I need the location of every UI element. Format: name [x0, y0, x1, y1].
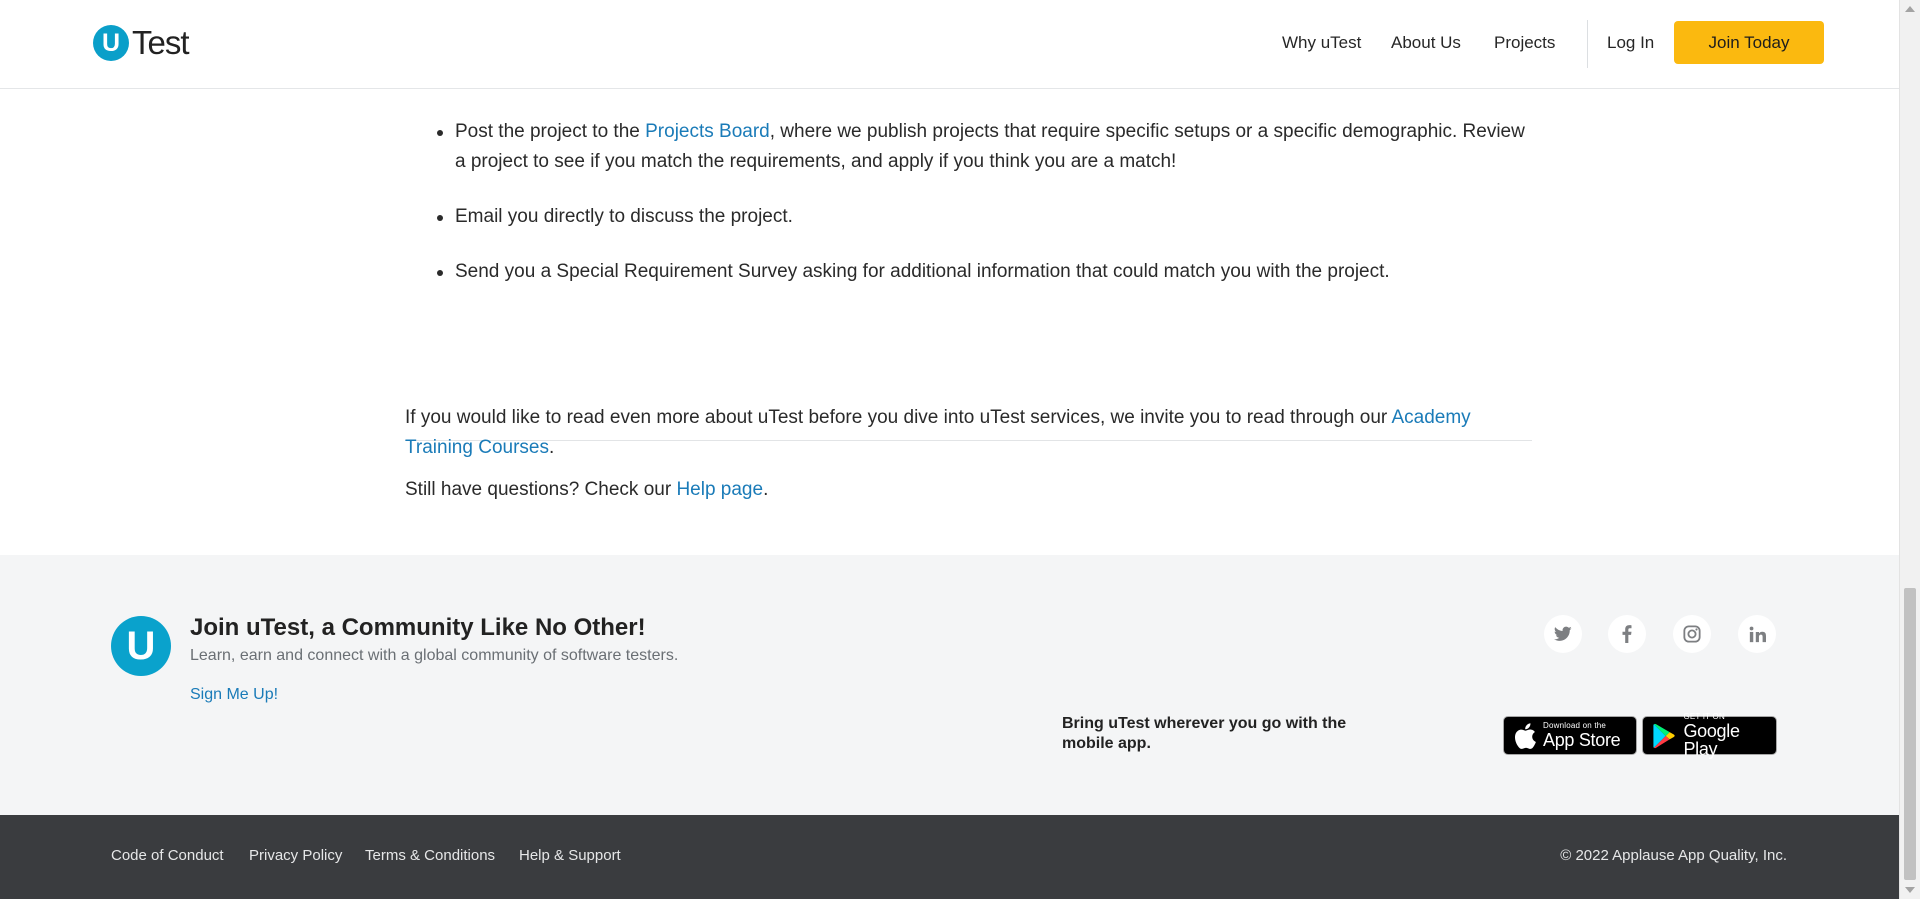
twitter-icon[interactable]	[1544, 615, 1582, 653]
terms-conditions-link[interactable]: Terms & Conditions	[365, 847, 495, 864]
page-scrollbar[interactable]	[1899, 0, 1920, 899]
scrollbar-thumb[interactable]	[1904, 588, 1916, 880]
read-more-text: If you would like to read even more abou…	[405, 407, 1392, 428]
apple-icon	[1515, 722, 1536, 749]
list-item: Post the project to the Projects Board, …	[405, 117, 1535, 177]
page: U Test Why uTest About Us Projects Log I…	[0, 0, 1920, 899]
list-item-text: Post the project to the	[455, 121, 646, 142]
sign-me-up-link[interactable]: Sign Me Up!	[190, 686, 278, 704]
help-page-link[interactable]: Help page	[676, 479, 763, 500]
list-item: Send you a Special Requirement Survey as…	[405, 257, 1535, 287]
join-today-button[interactable]: Join Today	[1674, 21, 1824, 64]
app-store-small-text: Download on the	[1543, 721, 1607, 730]
code-of-conduct-link[interactable]: Code of Conduct	[111, 847, 224, 864]
read-more-text-end: .	[548, 437, 555, 458]
questions-text: Still have questions? Check our	[405, 479, 677, 500]
main-content: Post the project to the Projects Board, …	[0, 89, 1899, 555]
google-play-small-text: GET IT ON	[1683, 712, 1725, 721]
app-store-badge[interactable]: Download on the App Store	[1503, 716, 1637, 755]
mobile-app-text: Bring uTest wherever you go with the mob…	[1062, 715, 1347, 752]
google-play-badge[interactable]: GET IT ON Google Play	[1642, 712, 1777, 759]
scroll-up-arrow-icon[interactable]	[1905, 6, 1915, 12]
utest-logo[interactable]: U Test	[93, 24, 190, 61]
footer-legal: Code of Conduct Privacy Policy Terms & C…	[0, 815, 1899, 899]
copyright-text: © 2022 Applause App Quality, Inc.	[1560, 847, 1787, 864]
google-play-big-text: Google Play	[1683, 721, 1740, 759]
nav-projects[interactable]: Projects	[1494, 33, 1555, 53]
footer-utest-logo: U	[111, 616, 171, 676]
privacy-policy-link[interactable]: Privacy Policy	[249, 847, 342, 864]
utest-logo-wordmark: Test	[132, 24, 190, 61]
footer-community: U Join uTest, a Community Like No Other!…	[0, 555, 1899, 815]
list-item: Email you directly to discuss the projec…	[405, 202, 1535, 232]
footer-tagline: Learn, earn and connect with a global co…	[190, 647, 679, 664]
questions-text-end: .	[763, 479, 769, 500]
scroll-down-arrow-icon[interactable]	[1905, 887, 1915, 893]
questions-paragraph: Still have questions? Check our Help pag…	[405, 475, 1485, 505]
footer-heading: Join uTest, a Community Like No Other!	[190, 614, 646, 641]
app-store-big-text: App Store	[1543, 730, 1621, 750]
nav-why-utest[interactable]: Why uTest	[1282, 33, 1361, 53]
linkedin-icon[interactable]	[1738, 615, 1776, 653]
site-header: U Test Why uTest About Us Projects Log I…	[0, 0, 1899, 89]
read-more-paragraph: If you would like to read even more abou…	[405, 403, 1485, 463]
google-play-icon	[1653, 723, 1675, 748]
instagram-icon[interactable]	[1673, 615, 1711, 653]
projects-board-link[interactable]: Projects Board	[645, 121, 770, 142]
nav-about-us[interactable]: About Us	[1391, 33, 1461, 53]
nav-divider	[1587, 20, 1588, 68]
list-item-text: Send you a Special Requirement Survey as…	[455, 261, 1390, 282]
utest-logo-mark: U	[93, 25, 129, 61]
facebook-icon[interactable]	[1608, 615, 1646, 653]
login-link[interactable]: Log In	[1607, 33, 1654, 53]
help-support-link[interactable]: Help & Support	[519, 847, 621, 864]
list-item-text: Email you directly to discuss the projec…	[455, 206, 793, 227]
